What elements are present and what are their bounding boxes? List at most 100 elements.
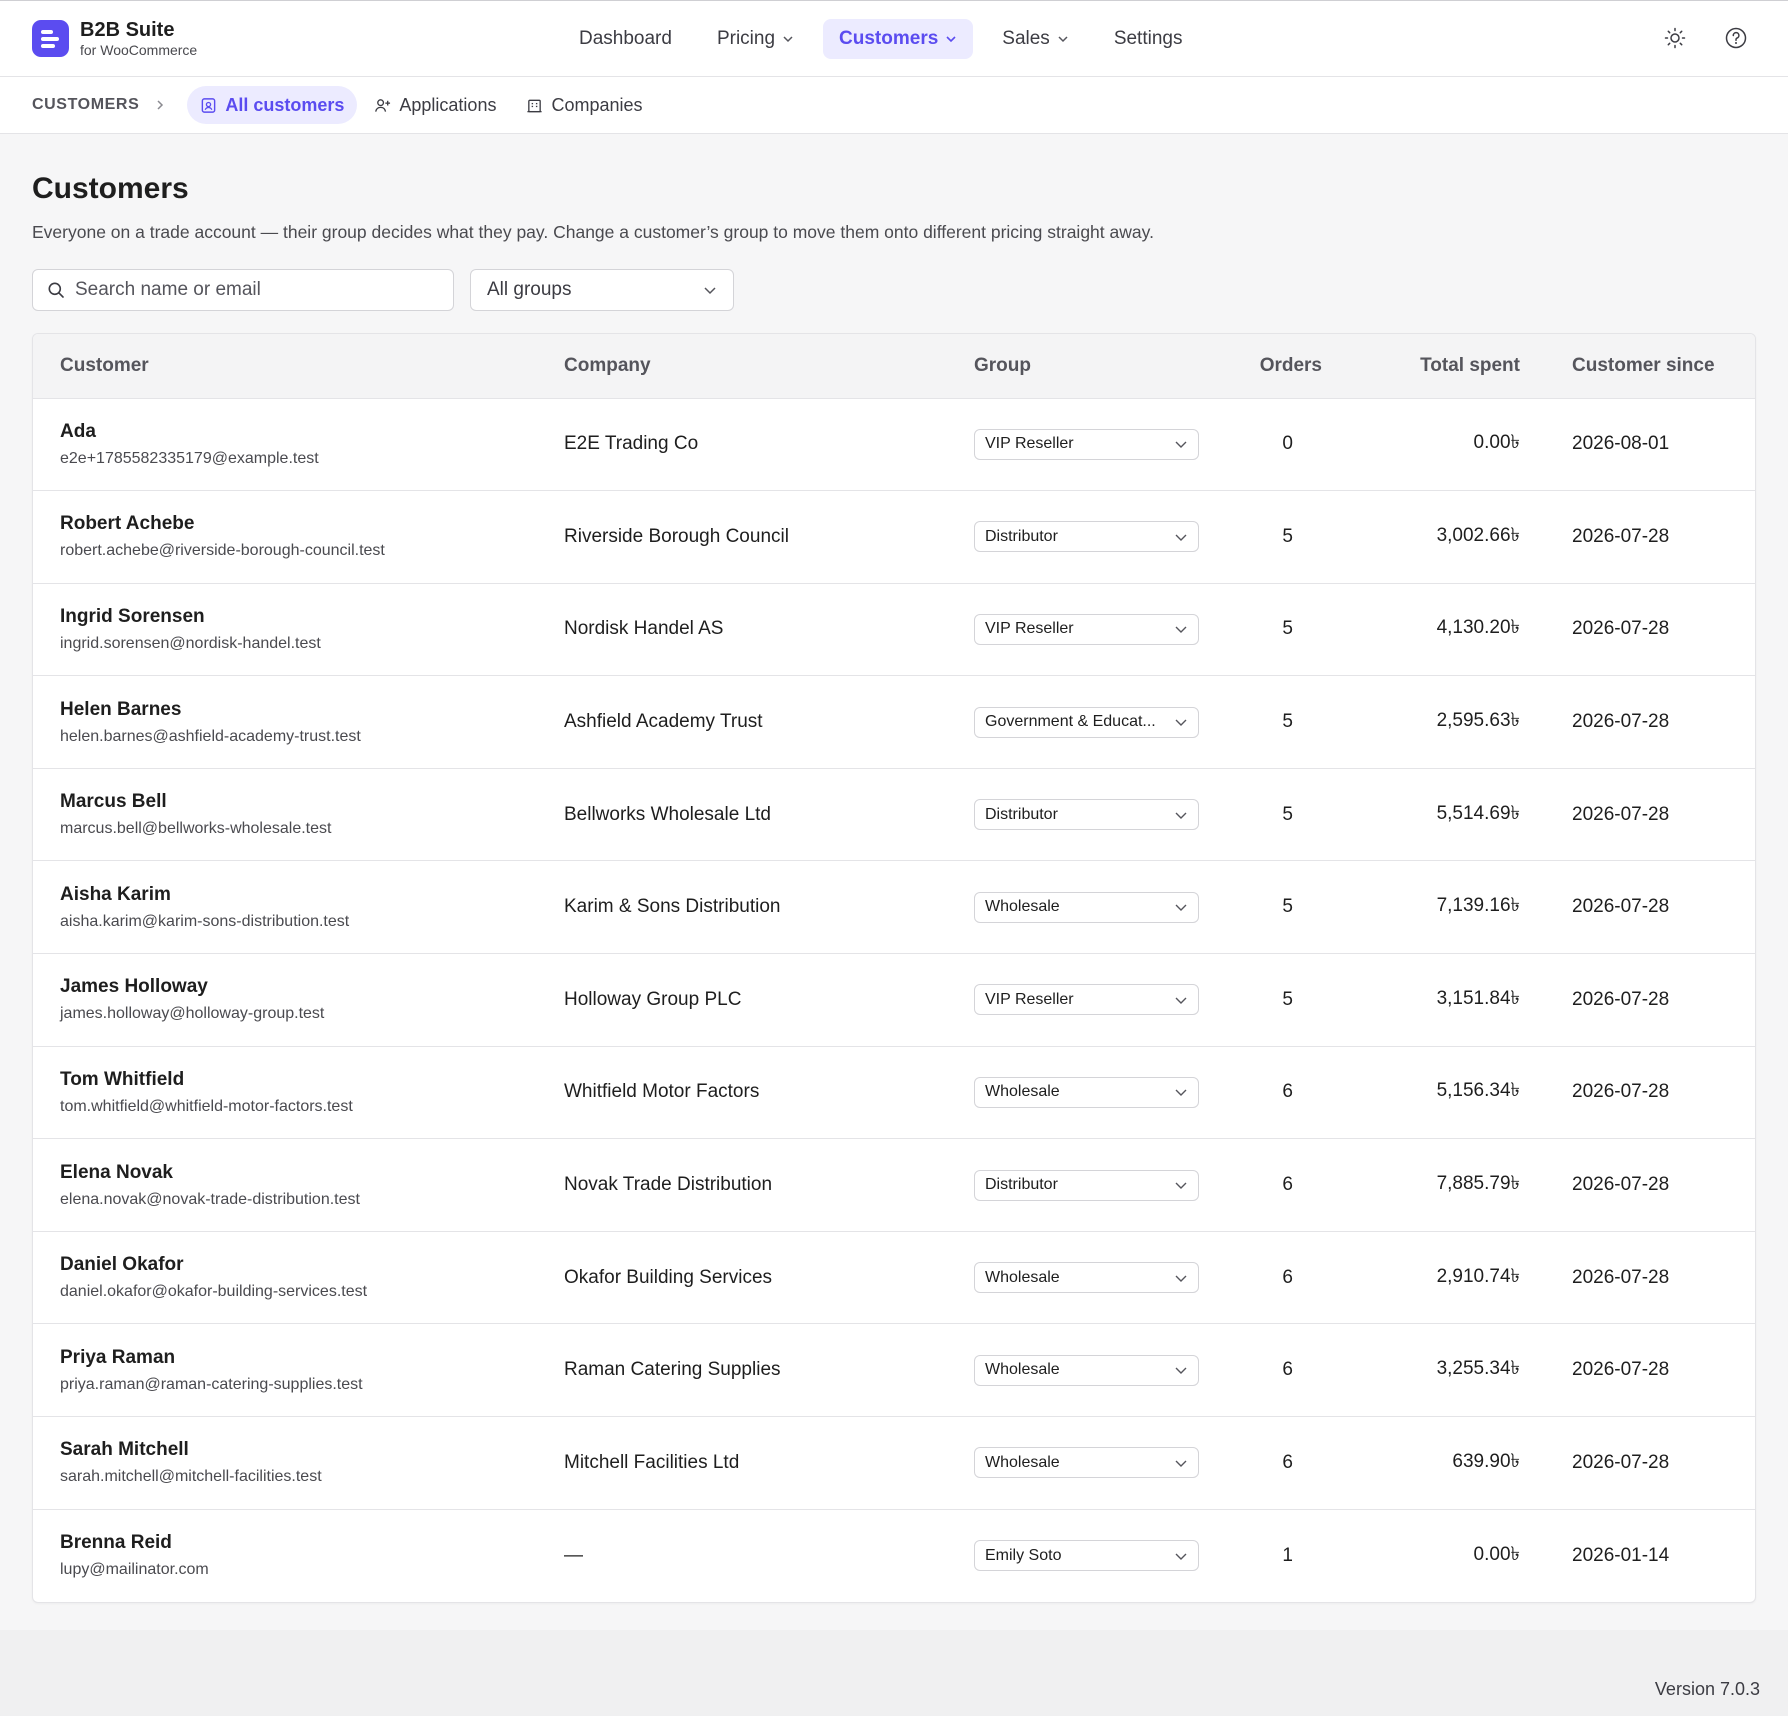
customer-name[interactable]: Ada [60, 421, 564, 443]
table-row[interactable]: Aisha Karim aisha.karim@karim-sons-distr… [33, 861, 1755, 954]
group-filter-select[interactable]: All groups [470, 269, 734, 311]
group-select[interactable]: VIP Reseller [974, 984, 1199, 1016]
cell-orders: 5 [1282, 988, 1293, 1010]
nav-settings[interactable]: Settings [1098, 19, 1199, 59]
group-select[interactable]: Wholesale [974, 1447, 1199, 1479]
group-select[interactable]: Government & Educat... [974, 706, 1199, 738]
group-select[interactable]: Wholesale [974, 891, 1199, 923]
theme-toggle-sun-icon[interactable] [1663, 26, 1687, 50]
cell-company: Nordisk Handel AS [564, 618, 724, 640]
table-row[interactable]: Marcus Bell marcus.bell@bellworks-wholes… [33, 768, 1755, 861]
nav-customers[interactable]: Customers [823, 19, 974, 59]
customer-name[interactable]: Aisha Karim [60, 884, 564, 906]
customer-name[interactable]: Elena Novak [60, 1162, 564, 1184]
cell-orders: 6 [1282, 1081, 1293, 1103]
group-select[interactable]: Distributor [974, 521, 1199, 553]
group-select[interactable]: Distributor [974, 799, 1199, 831]
table-row[interactable]: Ingrid Sorensen ingrid.sorensen@nordisk-… [33, 583, 1755, 676]
group-select[interactable]: Distributor [974, 1169, 1199, 1201]
customer-name[interactable]: Tom Whitfield [60, 1069, 564, 1091]
help-icon[interactable] [1724, 26, 1748, 50]
main-nav: Dashboard Pricing Customers Sales Settin… [563, 19, 1211, 59]
table-row[interactable]: Ada e2e+1785582335179@example.test E2E T… [33, 398, 1755, 491]
customer-name[interactable]: James Holloway [60, 976, 564, 998]
table-row[interactable]: Brenna Reid lupy@mailinator.com — Emily … [33, 1509, 1755, 1602]
customer-name[interactable]: Robert Achebe [60, 513, 564, 535]
nav-sales[interactable]: Sales [986, 19, 1085, 59]
cell-group: Wholesale [974, 1324, 1229, 1417]
tab-applications[interactable]: Applications [361, 86, 509, 124]
cell-customer: Aisha Karim aisha.karim@karim-sons-distr… [33, 861, 564, 954]
cell-total-spent: 4,130.20৳ [1436, 617, 1520, 639]
table-row[interactable]: Tom Whitfield tom.whitfield@whitfield-mo… [33, 1046, 1755, 1139]
cell-orders: 5 [1282, 711, 1293, 733]
group-select[interactable]: Wholesale [974, 1076, 1199, 1108]
chevron-down-icon [1174, 1363, 1188, 1377]
column-header-total-spent[interactable]: Total spent [1348, 334, 1520, 399]
brand[interactable]: B2B Suite for WooCommerce [32, 19, 197, 58]
cell-group: Government & Educat... [974, 676, 1229, 769]
customer-name[interactable]: Priya Raman [60, 1347, 564, 1369]
cell-group: Emily Soto [974, 1509, 1229, 1602]
customer-name[interactable]: Marcus Bell [60, 791, 564, 813]
table-row[interactable]: James Holloway james.holloway@holloway-g… [33, 954, 1755, 1047]
group-select[interactable]: Wholesale [974, 1262, 1199, 1294]
cell-customer-since: 2026-07-28 [1572, 1266, 1670, 1288]
customer-name[interactable]: Sarah Mitchell [60, 1439, 564, 1461]
table-row[interactable]: Robert Achebe robert.achebe@riverside-bo… [33, 491, 1755, 584]
cell-company: — [564, 1544, 583, 1566]
cell-customer: Marcus Bell marcus.bell@bellworks-wholes… [33, 768, 564, 861]
cell-company: Karim & Sons Distribution [564, 896, 781, 918]
cell-customer: Priya Raman priya.raman@raman-catering-s… [33, 1324, 564, 1417]
cell-total-spent: 0.00৳ [1473, 432, 1520, 454]
customer-email: helen.barnes@ashfield-academy-trust.test [60, 727, 361, 745]
customer-name[interactable]: Daniel Okafor [60, 1254, 564, 1276]
group-select-value: Distributor [985, 805, 1058, 823]
table-row[interactable]: Helen Barnes helen.barnes@ashfield-acade… [33, 676, 1755, 769]
cell-total-spent: 7,885.79৳ [1436, 1173, 1520, 1195]
version-label: Version 7.0.3 [1654, 1679, 1760, 1699]
cell-group: Wholesale [974, 1417, 1229, 1510]
tab-all-customers[interactable]: All customers [187, 86, 358, 124]
column-header-customer[interactable]: Customer [33, 334, 564, 399]
cell-customer-since: 2026-07-28 [1572, 1174, 1670, 1196]
column-header-company[interactable]: Company [564, 334, 974, 399]
table-row[interactable]: Priya Raman priya.raman@raman-catering-s… [33, 1324, 1755, 1417]
app: B2B Suite for WooCommerce Dashboard Pric… [0, 0, 1788, 1716]
group-select-value: VIP Reseller [985, 990, 1074, 1008]
cell-group: VIP Reseller [974, 398, 1229, 491]
column-header-orders[interactable]: Orders [1229, 334, 1348, 399]
chevron-down-icon [1174, 900, 1188, 914]
group-select-value: Wholesale [985, 898, 1060, 916]
table-body: Ada e2e+1785582335179@example.test E2E T… [33, 398, 1755, 1602]
group-select[interactable]: Emily Soto [974, 1540, 1199, 1572]
customer-email: marcus.bell@bellworks-wholesale.test [60, 820, 332, 838]
chevron-down-icon [1174, 1085, 1188, 1099]
group-select[interactable]: VIP Reseller [974, 613, 1199, 645]
cell-customer-since: 2026-01-14 [1572, 1544, 1670, 1566]
cell-customer: Brenna Reid lupy@mailinator.com [33, 1509, 564, 1602]
table-row[interactable]: Elena Novak elena.novak@novak-trade-dist… [33, 1139, 1755, 1232]
cell-customer-since: 2026-07-28 [1572, 711, 1670, 733]
table-row[interactable]: Daniel Okafor daniel.okafor@okafor-build… [33, 1231, 1755, 1324]
group-select[interactable]: VIP Reseller [974, 428, 1199, 460]
search-box[interactable] [32, 269, 454, 311]
chevron-down-icon [1174, 993, 1188, 1007]
group-select[interactable]: Wholesale [974, 1354, 1199, 1386]
column-header-customer-since[interactable]: Customer since [1520, 334, 1755, 399]
filters: All groups [32, 269, 1756, 311]
search-input[interactable] [75, 279, 435, 301]
nav-pricing[interactable]: Pricing [701, 19, 810, 59]
column-header-group[interactable]: Group [974, 334, 1229, 399]
cell-customer-since: 2026-07-28 [1572, 1359, 1670, 1381]
tab-companies[interactable]: Companies [513, 86, 655, 124]
group-select-value: VIP Reseller [985, 435, 1074, 453]
customer-name[interactable]: Ingrid Sorensen [60, 606, 564, 628]
cell-orders: 6 [1282, 1174, 1293, 1196]
table-row[interactable]: Sarah Mitchell sarah.mitchell@mitchell-f… [33, 1417, 1755, 1510]
nav-dashboard[interactable]: Dashboard [563, 19, 688, 59]
footer: Version 7.0.3 [0, 1630, 1788, 1716]
customer-email: priya.raman@raman-catering-supplies.test [60, 1375, 363, 1393]
customer-name[interactable]: Helen Barnes [60, 699, 564, 721]
customer-name[interactable]: Brenna Reid [60, 1532, 564, 1554]
